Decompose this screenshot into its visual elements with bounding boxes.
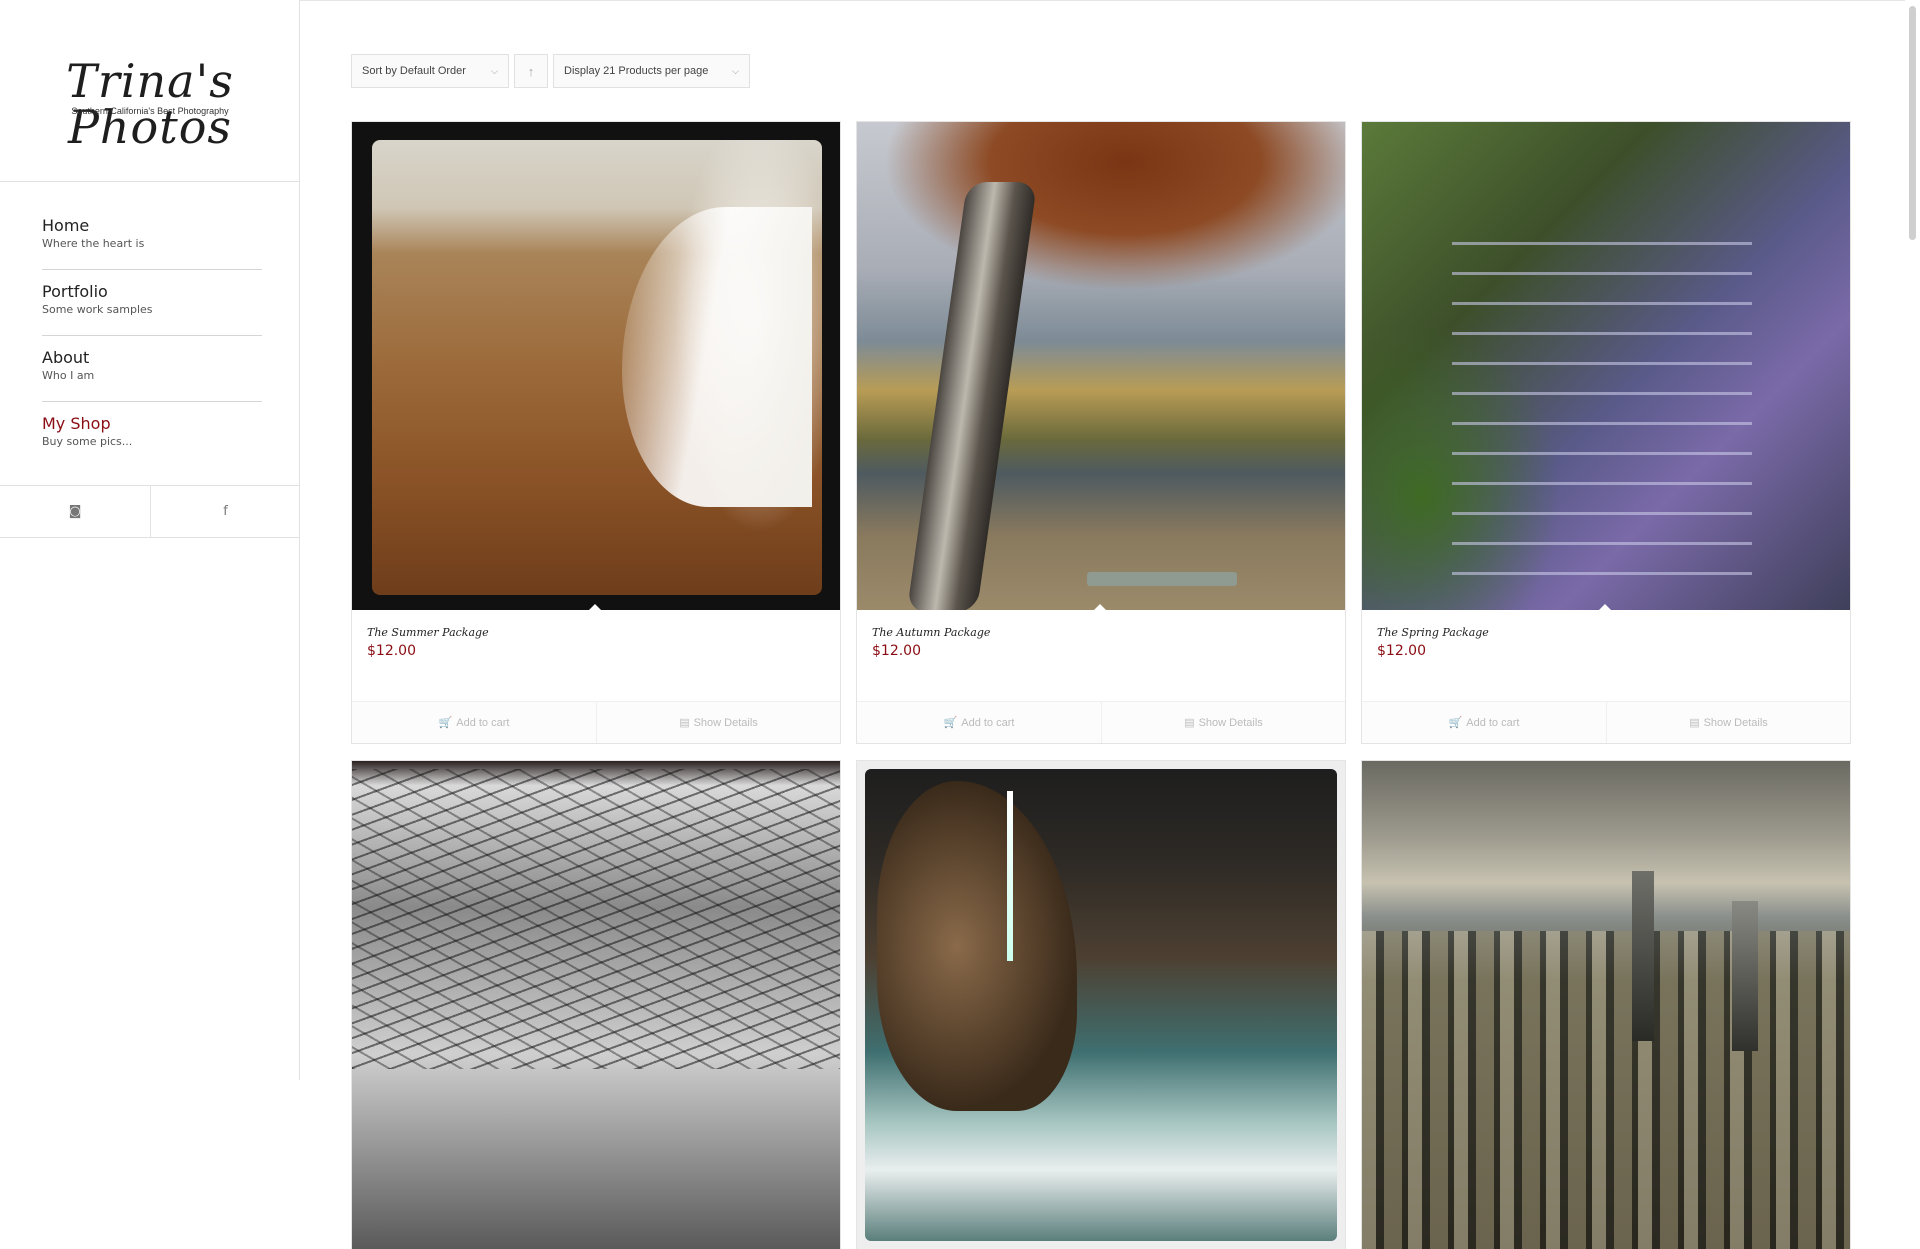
add-to-cart-button[interactable]: 🛒 Add to cart [1362, 702, 1606, 743]
product-card: The Autumn Package $12.00 🛒 Add to cart … [856, 121, 1346, 744]
product-image[interactable] [1362, 761, 1850, 1249]
scrollbar-thumb[interactable] [1909, 6, 1916, 240]
product-card: The Summer Package $12.00 🛒 Add to cart … [351, 121, 841, 744]
product-image[interactable] [352, 761, 840, 1249]
main-nav: Home Where the heart is Portfolio Some w… [0, 204, 300, 468]
show-details-label: Show Details [693, 716, 758, 729]
sort-order-label: Sort by Default Order [362, 65, 466, 77]
facebook-icon: f [223, 504, 228, 519]
show-details-label: Show Details [1703, 716, 1768, 729]
product-info: The Summer Package $12.00 [352, 610, 840, 701]
nav-item-label: Portfolio [42, 282, 108, 301]
instagram-link[interactable]: ◙ [0, 486, 150, 537]
show-details-button[interactable]: ▤ Show Details [596, 702, 840, 743]
product-image[interactable] [857, 122, 1345, 610]
cart-icon: 🛒 [943, 717, 958, 729]
products-per-page-dropdown[interactable]: Display 21 Products per page ⌵ [553, 54, 750, 88]
nav-item-desc: Some work samples [42, 303, 153, 316]
social-links: ◙ f [0, 485, 300, 538]
nav-item-home[interactable]: Home Where the heart is [42, 204, 262, 270]
product-card [856, 760, 1346, 1249]
product-price: $12.00 [1377, 643, 1426, 659]
sort-direction-button[interactable]: ↑ [514, 54, 548, 88]
product-image[interactable] [352, 122, 840, 610]
site-logo[interactable]: Trina's Photos Southern California's Bes… [0, 0, 300, 182]
catalog-controls: Sort by Default Order ⌵ ↑ Display 21 Pro… [351, 54, 755, 88]
nav-item-my-shop[interactable]: My Shop Buy some pics... [42, 402, 262, 468]
cart-icon: 🛒 [438, 717, 453, 729]
product-actions: 🛒 Add to cart ▤ Show Details [352, 701, 840, 743]
sort-order-dropdown[interactable]: Sort by Default Order ⌵ [351, 54, 509, 88]
product-title[interactable]: The Summer Package [367, 626, 825, 639]
show-details-button[interactable]: ▤ Show Details [1606, 702, 1850, 743]
product-title[interactable]: The Autumn Package [872, 626, 1330, 639]
nav-item-about[interactable]: About Who I am [42, 336, 262, 402]
product-actions: 🛒 Add to cart ▤ Show Details [1362, 701, 1850, 743]
details-icon: ▤ [1184, 717, 1195, 729]
sidebar: Trina's Photos Southern California's Bes… [0, 0, 300, 1080]
add-to-cart-button[interactable]: 🛒 Add to cart [352, 702, 596, 743]
product-info: The Spring Package $12.00 [1362, 610, 1850, 701]
product-info: The Autumn Package $12.00 [857, 610, 1345, 701]
cart-icon: 🛒 [1448, 717, 1463, 729]
nav-item-label: Home [42, 216, 90, 235]
nav-item-desc: Buy some pics... [42, 435, 133, 448]
product-card [351, 760, 841, 1249]
nav-item-desc: Where the heart is [42, 237, 145, 250]
product-price: $12.00 [872, 643, 921, 659]
nav-item-label: My Shop [42, 414, 111, 433]
product-card [1361, 760, 1851, 1249]
nav-item-desc: Who I am [42, 369, 95, 382]
nav-item-label: About [42, 348, 90, 367]
add-to-cart-label: Add to cart [456, 716, 510, 729]
logo-tagline: Southern California's Best Photography [71, 106, 229, 116]
products-per-page-label: Display 21 Products per page [564, 65, 709, 77]
product-image[interactable] [857, 761, 1345, 1249]
product-card: The Spring Package $12.00 🛒 Add to cart … [1361, 121, 1851, 744]
page-scrollbar[interactable] [1905, 0, 1920, 1080]
logo-title: Trina's Photos [66, 54, 234, 154]
details-icon: ▤ [679, 717, 690, 729]
product-image[interactable] [1362, 122, 1850, 610]
add-to-cart-label: Add to cart [961, 716, 1015, 729]
chevron-down-icon: ⌵ [732, 66, 739, 76]
shop-main: Sort by Default Order ⌵ ↑ Display 21 Pro… [300, 0, 1905, 1249]
product-actions: 🛒 Add to cart ▤ Show Details [857, 701, 1345, 743]
arrow-up-icon: ↑ [527, 63, 535, 79]
instagram-icon: ◙ [68, 504, 82, 519]
product-title[interactable]: The Spring Package [1377, 626, 1835, 639]
add-to-cart-button[interactable]: 🛒 Add to cart [857, 702, 1101, 743]
product-price: $12.00 [367, 643, 416, 659]
add-to-cart-label: Add to cart [1466, 716, 1520, 729]
chevron-down-icon: ⌵ [491, 66, 498, 76]
details-icon: ▤ [1689, 717, 1700, 729]
show-details-button[interactable]: ▤ Show Details [1101, 702, 1345, 743]
nav-item-portfolio[interactable]: Portfolio Some work samples [42, 270, 262, 336]
show-details-label: Show Details [1198, 716, 1263, 729]
facebook-link[interactable]: f [150, 486, 300, 537]
